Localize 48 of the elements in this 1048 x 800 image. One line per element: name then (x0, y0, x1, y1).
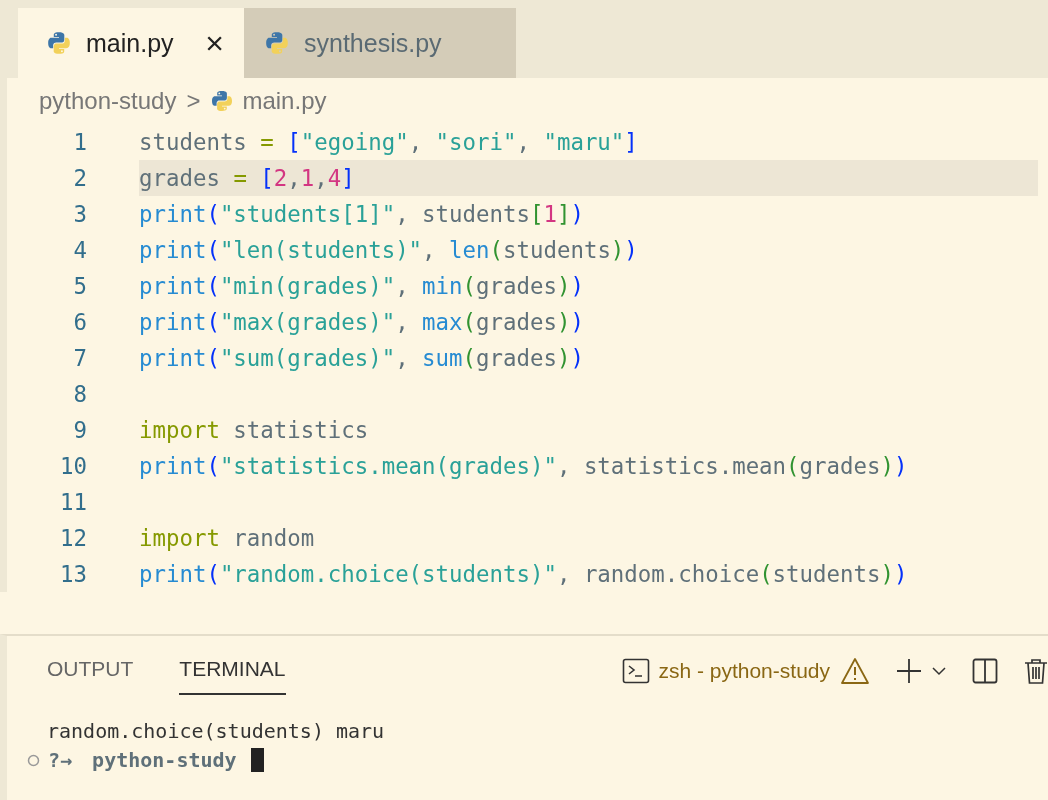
python-file-icon (46, 30, 72, 56)
code-line: print("max(grades)", max(grades)) (139, 308, 585, 337)
plus-icon[interactable] (896, 658, 922, 684)
line-number: 5 (72, 273, 87, 299)
terminal-icon[interactable] (622, 658, 651, 684)
line-number: 9 (72, 417, 87, 443)
code-line: print("min(grades)", min(grades)) (139, 272, 585, 301)
warning-icon[interactable] (840, 657, 870, 685)
terminal-name[interactable]: zsh - python-study (658, 659, 830, 683)
chevron-down-icon[interactable] (932, 666, 946, 676)
editor-tab[interactable]: main.py × (18, 8, 244, 78)
line-number: 1 (72, 129, 87, 155)
panel-tab[interactable]: TERMINAL (179, 647, 286, 695)
split-icon[interactable] (972, 658, 998, 684)
breadcrumb-item[interactable]: main.py (242, 87, 327, 115)
tab-label: synthesis.py (304, 28, 442, 58)
line-number: 11 (59, 489, 87, 515)
line-number: 12 (59, 525, 87, 551)
line-number: 8 (72, 381, 87, 407)
line-number: 4 (72, 237, 87, 263)
terminal-output: random.choice(students) maru (47, 718, 386, 745)
python-file-icon (264, 30, 290, 56)
breadcrumb-item[interactable]: python-study (39, 87, 177, 115)
code-line: import statistics (139, 416, 370, 445)
cursor (250, 748, 264, 772)
close-icon[interactable]: × (205, 27, 224, 59)
line-number: 6 (72, 309, 87, 335)
tab-label: main.py (86, 28, 174, 58)
code-line: print("random.choice(students)", random.choice(students)) (139, 560, 909, 589)
code-line: print("students[1]", students[1]) (139, 200, 585, 229)
breadcrumb-separator: > (186, 87, 201, 115)
code-line: print("sum(grades)", sum(grades)) (139, 344, 585, 373)
editor-tab[interactable]: synthesis.py (244, 8, 516, 78)
line-number: 7 (72, 345, 87, 371)
code-line: students = ["egoing", "sori", "maru"] (139, 128, 639, 157)
trash-icon[interactable] (1024, 658, 1048, 684)
panel-tab[interactable]: OUTPUT (47, 647, 134, 695)
code-line: print("statistics.mean(grades)", statistics.mean(grades)) (139, 452, 909, 481)
prompt-symbol: ?→ (48, 748, 73, 772)
prompt-directory: python-study (92, 748, 237, 772)
line-number: 2 (72, 165, 87, 191)
line-number: 3 (72, 201, 87, 227)
line-number: 10 (59, 453, 87, 479)
code-line: print("len(students)", len(students)) (139, 236, 639, 265)
python-file-icon (210, 89, 235, 113)
circle-icon (27, 753, 40, 767)
code-line: import random (139, 524, 316, 553)
line-number: 13 (59, 561, 87, 587)
